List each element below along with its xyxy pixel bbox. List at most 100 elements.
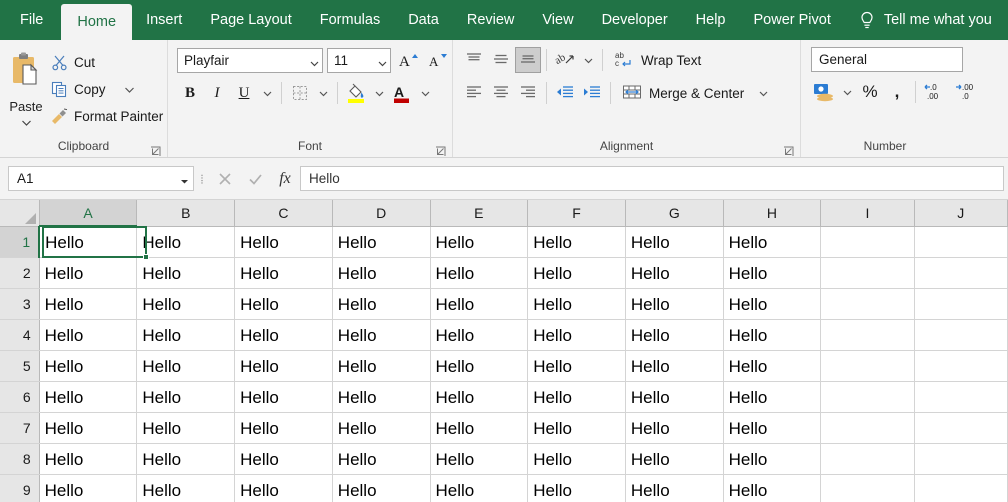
italic-button[interactable]: I (204, 80, 230, 106)
cell-C4[interactable]: Hello (235, 319, 333, 350)
cell-G6[interactable]: Hello (625, 381, 723, 412)
cell-A3[interactable]: Hello (39, 288, 137, 319)
column-header-G[interactable]: G (625, 200, 723, 226)
font-name-input[interactable]: Playfair (177, 48, 323, 73)
cell-H8[interactable]: Hello (723, 443, 821, 474)
tab-view[interactable]: View (528, 0, 587, 40)
underline-button[interactable]: U (231, 80, 257, 106)
cell-B1[interactable]: Hello (137, 226, 235, 257)
cell-C9[interactable]: Hello (235, 474, 333, 502)
align-top-button[interactable] (461, 47, 487, 73)
cell-H2[interactable]: Hello (723, 257, 821, 288)
fill-handle[interactable] (143, 254, 149, 260)
row-header-1[interactable]: 1 (0, 226, 39, 257)
orientation-button[interactable]: ab (552, 47, 578, 73)
cell-G4[interactable]: Hello (625, 319, 723, 350)
font-size-chevron-down-icon[interactable] (378, 56, 387, 65)
tab-home[interactable]: Home (61, 4, 132, 40)
column-header-J[interactable]: J (914, 200, 1007, 226)
tab-help[interactable]: Help (682, 0, 740, 40)
bold-button[interactable]: B (177, 80, 203, 106)
cell-J1[interactable] (914, 226, 1007, 257)
cell-E8[interactable]: Hello (430, 443, 528, 474)
cell-F1[interactable]: Hello (528, 226, 626, 257)
column-header-E[interactable]: E (430, 200, 528, 226)
clipboard-dialog-launcher-icon[interactable] (150, 144, 161, 155)
cell-H6[interactable]: Hello (723, 381, 821, 412)
decrease-indent-button[interactable] (552, 80, 578, 106)
align-middle-button[interactable] (488, 47, 514, 73)
number-format-select[interactable]: General (811, 47, 963, 72)
cell-H3[interactable]: Hello (723, 288, 821, 319)
font-dialog-launcher-icon[interactable] (435, 144, 446, 155)
formula-bar-resize-grip[interactable] (194, 172, 210, 186)
cell-B5[interactable]: Hello (137, 350, 235, 381)
underline-dropdown-chevron-icon[interactable] (258, 80, 276, 106)
column-header-B[interactable]: B (137, 200, 235, 226)
cell-J7[interactable] (914, 412, 1007, 443)
font-name-chevron-down-icon[interactable] (310, 56, 319, 65)
align-bottom-button[interactable] (515, 47, 541, 73)
row-header-8[interactable]: 8 (0, 443, 39, 474)
row-header-6[interactable]: 6 (0, 381, 39, 412)
cell-J3[interactable] (914, 288, 1007, 319)
cell-A9[interactable]: Hello (39, 474, 137, 502)
cell-D2[interactable]: Hello (332, 257, 430, 288)
cell-F9[interactable]: Hello (528, 474, 626, 502)
cell-D3[interactable]: Hello (332, 288, 430, 319)
tab-power-pivot[interactable]: Power Pivot (739, 0, 844, 40)
cell-H5[interactable]: Hello (723, 350, 821, 381)
cell-C5[interactable]: Hello (235, 350, 333, 381)
cell-E2[interactable]: Hello (430, 257, 528, 288)
cell-E5[interactable]: Hello (430, 350, 528, 381)
cell-I7[interactable] (821, 412, 914, 443)
cell-D9[interactable]: Hello (332, 474, 430, 502)
copy-dropdown-chevron-icon[interactable] (124, 82, 135, 97)
cell-G3[interactable]: Hello (625, 288, 723, 319)
cell-A5[interactable]: Hello (39, 350, 137, 381)
cell-B6[interactable]: Hello (137, 381, 235, 412)
cell-I1[interactable] (821, 226, 914, 257)
column-header-D[interactable]: D (332, 200, 430, 226)
cell-E3[interactable]: Hello (430, 288, 528, 319)
cell-F8[interactable]: Hello (528, 443, 626, 474)
cell-B4[interactable]: Hello (137, 319, 235, 350)
cell-H7[interactable]: Hello (723, 412, 821, 443)
cell-J5[interactable] (914, 350, 1007, 381)
column-header-C[interactable]: C (235, 200, 333, 226)
cell-H1[interactable]: Hello (723, 226, 821, 257)
column-header-I[interactable]: I (821, 200, 914, 226)
row-header-7[interactable]: 7 (0, 412, 39, 443)
cell-I9[interactable] (821, 474, 914, 502)
name-box-chevron-down-icon[interactable] (180, 174, 189, 183)
cell-F4[interactable]: Hello (528, 319, 626, 350)
font-size-input[interactable]: 11 (327, 48, 391, 73)
increase-font-size-button[interactable]: A (395, 47, 421, 73)
cell-J9[interactable] (914, 474, 1007, 502)
orientation-dropdown-chevron-icon[interactable] (579, 47, 597, 73)
wrap-text-button[interactable]: ab c Wrap Text (608, 47, 707, 73)
align-left-button[interactable] (461, 80, 487, 106)
copy-button[interactable]: Copy (46, 77, 168, 102)
tab-page-layout[interactable]: Page Layout (196, 0, 305, 40)
row-header-5[interactable]: 5 (0, 350, 39, 381)
borders-button[interactable] (287, 80, 313, 106)
paste-dropdown-chevron-icon[interactable] (21, 114, 32, 132)
cell-A1[interactable]: Hello (39, 226, 137, 257)
spreadsheet-grid[interactable]: ABCDEFGHIJ 1HelloHelloHelloHelloHelloHel… (0, 200, 1008, 502)
cell-I4[interactable] (821, 319, 914, 350)
cell-G2[interactable]: Hello (625, 257, 723, 288)
cell-A7[interactable]: Hello (39, 412, 137, 443)
cell-C7[interactable]: Hello (235, 412, 333, 443)
tab-file[interactable]: File (0, 0, 61, 40)
cell-A2[interactable]: Hello (39, 257, 137, 288)
cell-J8[interactable] (914, 443, 1007, 474)
cell-B8[interactable]: Hello (137, 443, 235, 474)
insert-function-button[interactable]: fx (270, 166, 300, 191)
cell-F6[interactable]: Hello (528, 381, 626, 412)
decrease-decimal-button[interactable]: .0 .00 (921, 79, 951, 105)
row-header-9[interactable]: 9 (0, 474, 39, 502)
cell-C6[interactable]: Hello (235, 381, 333, 412)
cell-C8[interactable]: Hello (235, 443, 333, 474)
cell-G8[interactable]: Hello (625, 443, 723, 474)
